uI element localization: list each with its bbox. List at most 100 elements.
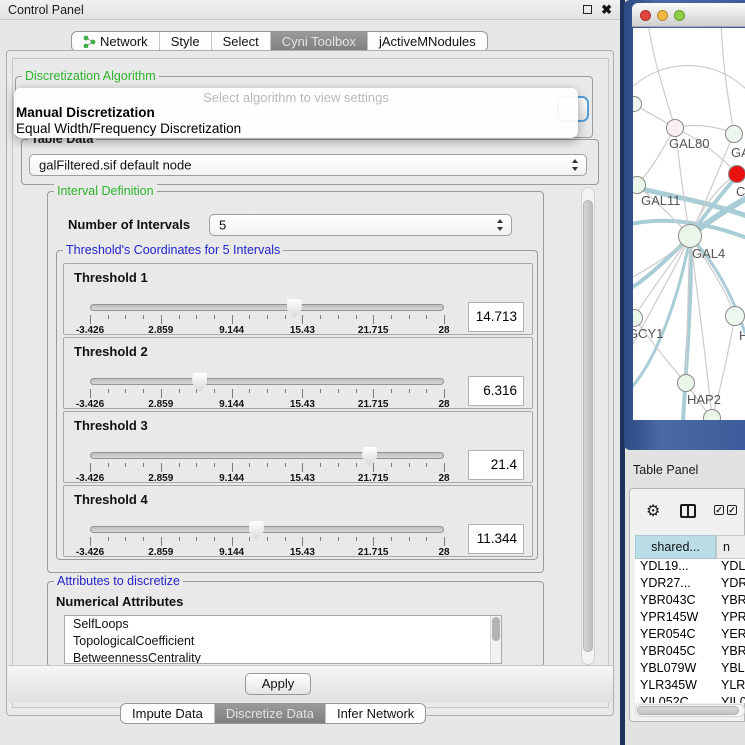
- cyni-toolbox-panel: Discretization Algorithm Select algorith…: [6, 50, 614, 716]
- tick-label: 15.43: [290, 473, 315, 484]
- attributes-list-scrollbar[interactable]: [490, 616, 501, 663]
- tick-mark: [338, 537, 339, 541]
- tick-mark: [179, 389, 180, 393]
- cell-shared-name: YBL079W: [635, 661, 715, 675]
- settings-vertical-scrollbar[interactable]: [581, 187, 595, 665]
- attributes-scrollbar-thumb[interactable]: [492, 617, 500, 641]
- node-label-gal11: GAL11: [641, 193, 681, 208]
- tick-mark: [232, 537, 233, 546]
- network-canvas[interactable]: GAL80GACGAL11GAL4GCY1HHAP2: [633, 28, 745, 420]
- tab-style[interactable]: Style: [159, 32, 211, 51]
- table-row[interactable]: YBR045CYBR0: [635, 644, 745, 661]
- node-ga[interactable]: [725, 125, 743, 143]
- tick-mark: [409, 537, 410, 541]
- popup-option-equal-width[interactable]: Equal Width/Frequency Discretization: [16, 121, 241, 136]
- numerical-attributes-list[interactable]: SelfLoopsTopologicalCoefficientBetweenne…: [64, 615, 502, 664]
- tick-mark: [409, 315, 410, 319]
- threshold-value-field[interactable]: 11.344: [468, 524, 524, 554]
- table-row[interactable]: YLR345WYLR3: [635, 678, 745, 695]
- table-row[interactable]: YBL079WYBL0: [635, 661, 745, 678]
- settings-scrollbar-thumb[interactable]: [583, 200, 593, 652]
- split-view-icon[interactable]: [680, 504, 696, 518]
- tab-cyni-toolbox[interactable]: Cyni Toolbox: [270, 32, 367, 51]
- threshold-slider-track[interactable]: [90, 378, 444, 385]
- tick-mark: [320, 463, 321, 467]
- tick-mark: [232, 315, 233, 324]
- tab-impute-data[interactable]: Impute Data: [121, 704, 214, 723]
- tab-network[interactable]: Network: [72, 32, 159, 51]
- close-traffic-light[interactable]: [640, 10, 651, 21]
- cell-shared-name: YLR345W: [635, 678, 715, 692]
- table-scrollbar-thumb[interactable]: [637, 706, 739, 715]
- algorithm-placeholder: Select algorithm to view settings: [14, 90, 578, 105]
- threshold-slider: -3.4262.8599.14415.4321.71528: [90, 524, 444, 558]
- attribute-list-item[interactable]: BetweennessCentrality: [65, 650, 501, 664]
- tab-discretize-data[interactable]: Discretize Data: [214, 704, 325, 723]
- tab-infer-network[interactable]: Infer Network: [325, 704, 425, 723]
- top-tab-bar: NetworkStyleSelectCyni ToolboxjActiveMNo…: [71, 31, 488, 52]
- tick-mark: [179, 463, 180, 467]
- node-gal80[interactable]: [666, 119, 684, 137]
- column-header-name[interactable]: n: [716, 535, 745, 559]
- apply-row: Apply: [8, 665, 613, 702]
- float-window-icon[interactable]: [583, 5, 592, 14]
- network-window-titlebar: [632, 3, 745, 27]
- tick-mark: [285, 389, 286, 393]
- tick-label: 9.144: [219, 399, 244, 410]
- tick-label: -3.426: [76, 473, 104, 484]
- table-row[interactable]: YPR145WYPR1: [635, 610, 745, 627]
- node-h[interactable]: [725, 306, 745, 326]
- tick-label: 15.43: [290, 399, 315, 410]
- slider-ticks: [90, 463, 444, 472]
- close-icon[interactable]: ✖: [601, 2, 612, 18]
- table-row[interactable]: YIL052CYIL0: [635, 695, 745, 703]
- tick-mark: [409, 463, 410, 467]
- tick-mark: [249, 389, 250, 393]
- attribute-list-item[interactable]: SelfLoops: [65, 616, 501, 633]
- tick-label: -3.426: [76, 547, 104, 558]
- cell-name: YER0: [715, 627, 745, 641]
- tick-label: 9.144: [219, 473, 244, 484]
- table-row[interactable]: YDL19...YDL1: [635, 559, 745, 576]
- node-gal4[interactable]: [678, 224, 702, 248]
- tick-mark: [444, 315, 445, 324]
- tab-jactivemnodules[interactable]: jActiveMNodules: [367, 32, 487, 51]
- table-data-combobox[interactable]: galFiltered.sif default node: [29, 154, 587, 176]
- tick-label: -3.426: [76, 325, 104, 336]
- number-of-intervals-combobox[interactable]: 5: [209, 214, 512, 236]
- zoom-traffic-light[interactable]: [674, 10, 685, 21]
- node-red[interactable]: [728, 165, 745, 183]
- checkbox-icon[interactable]: ✓: [727, 505, 737, 515]
- threshold-slider-track[interactable]: [90, 304, 444, 311]
- slider-tick-labels: -3.4262.8599.14415.4321.71528: [90, 325, 444, 336]
- table-row[interactable]: YDR27...YDR2: [635, 576, 745, 593]
- column-header-shared-name[interactable]: shared...: [635, 535, 716, 559]
- minimize-traffic-light[interactable]: [657, 10, 668, 21]
- table-row[interactable]: YBR043CYBR0: [635, 593, 745, 610]
- node-partial-bottom[interactable]: [703, 409, 721, 420]
- tick-mark: [143, 389, 144, 393]
- table-panel-region: Table Panel ⚙ ✓ ✓ shared... n YDL19...YD…: [625, 450, 745, 745]
- tick-mark: [391, 389, 392, 393]
- checkbox-icon[interactable]: ✓: [714, 505, 724, 515]
- interval-definition-group: Interval Definition Number of Intervals …: [47, 191, 544, 573]
- cell-shared-name: YER054C: [635, 627, 715, 641]
- algorithm-dropdown-popup: Select algorithm to view settings Manual…: [14, 88, 578, 138]
- table-horizontal-scrollbar[interactable]: [635, 704, 745, 717]
- tab-select[interactable]: Select: [211, 32, 270, 51]
- threshold-slider-track[interactable]: [90, 452, 444, 459]
- apply-button[interactable]: Apply: [245, 673, 311, 695]
- slider-ticks: [90, 389, 444, 398]
- popup-option-manual[interactable]: Manual Discretization: [16, 105, 155, 120]
- tick-mark: [391, 537, 392, 541]
- node-hap2[interactable]: [677, 374, 695, 392]
- threshold-value-field[interactable]: 6.316: [468, 376, 524, 406]
- attribute-list-item[interactable]: TopologicalCoefficient: [65, 633, 501, 650]
- threshold-slider-track[interactable]: [90, 526, 444, 533]
- threshold-value-field[interactable]: 14.713: [468, 302, 524, 332]
- number-of-intervals-value: 5: [219, 218, 226, 233]
- threshold-value-field[interactable]: 21.4: [468, 450, 524, 480]
- gear-icon[interactable]: ⚙: [646, 501, 660, 521]
- tick-mark: [356, 389, 357, 393]
- table-row[interactable]: YER054CYER0: [635, 627, 745, 644]
